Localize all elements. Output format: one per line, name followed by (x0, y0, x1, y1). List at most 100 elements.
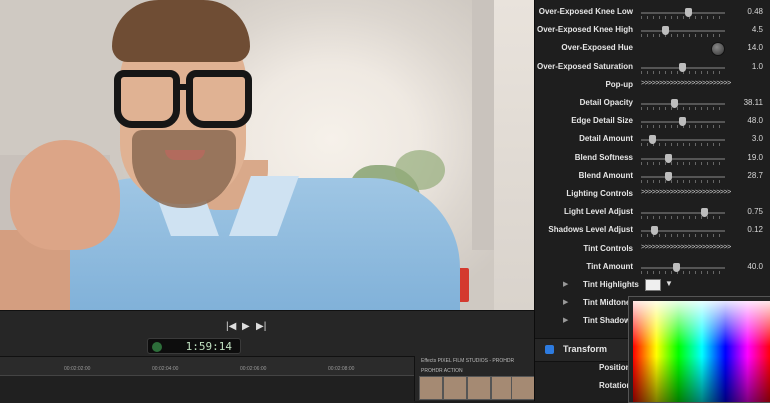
param-value[interactable]: 0.48 (747, 7, 763, 16)
param-slider-track[interactable] (641, 157, 725, 160)
param-label: Detail Opacity (579, 98, 633, 107)
effect-thumbnail[interactable] (419, 376, 443, 400)
next-frame-icon[interactable]: ▶| (256, 321, 266, 332)
color-spectrum[interactable] (633, 301, 770, 402)
transform-enable-checkbox[interactable] (545, 345, 554, 354)
inspector-param-row[interactable]: Tint Controls >>>>>>>>>>>>>>>>>>>>>>>>> (535, 241, 770, 259)
param-value[interactable]: 19.0 (747, 153, 763, 162)
disclosure-triangle-icon[interactable]: ▶ (563, 316, 568, 324)
param-label: Over-Exposed Knee Low (538, 7, 633, 16)
tint-highlights-row[interactable]: ▶ Tint Highlights ▼ (535, 277, 770, 295)
disclosure-triangle-icon[interactable]: ▶ (563, 298, 568, 306)
ruler-mark: 00:02:04:00 (152, 366, 179, 372)
timecode-display[interactable]: 1:59:14 (147, 338, 241, 354)
slider-knob[interactable] (661, 26, 669, 36)
inspector-param-row[interactable]: Shadows Level Adjust 0.12 (535, 222, 770, 240)
previous-frame-icon[interactable]: |◀ (226, 321, 236, 332)
param-slider-track[interactable] (641, 212, 725, 215)
param-label: Blend Softness (574, 152, 633, 162)
slider-ticks (641, 270, 725, 274)
param-slider-track[interactable] (641, 175, 725, 178)
inspector-param-row[interactable]: Blend Softness 19.0 (535, 150, 770, 168)
param-label: Over-Exposed Saturation (536, 61, 633, 71)
inspector-param-row[interactable]: Light Level Adjust 0.75 (535, 204, 770, 222)
slider-knob[interactable] (685, 8, 692, 17)
param-value[interactable]: 1.0 (752, 62, 763, 71)
play-icon[interactable]: ▶ (242, 321, 250, 332)
inspector-param-row[interactable]: Detail Amount 3.0 (535, 131, 770, 149)
slider-knob[interactable] (701, 208, 708, 218)
effects-category[interactable]: PROHDR ACTION (421, 368, 463, 374)
param-value[interactable]: 0.75 (747, 207, 763, 216)
dropdown-arrow-icon[interactable]: ▼ (665, 279, 673, 288)
timeline-panel[interactable]: 00:02:02:00 00:02:04:00 00:02:06:00 00:0… (0, 356, 414, 403)
ruler-mark: 00:02:08:00 (328, 366, 355, 372)
glasses-right-lens (186, 70, 252, 128)
param-label: Over-Exposed Knee High (536, 25, 633, 35)
param-value[interactable]: 14.0 (747, 43, 763, 52)
param-label: Tint Shadow (583, 316, 631, 325)
inspector-param-row[interactable]: Edge Detail Size 48.0 (535, 113, 770, 131)
inspector-param-row[interactable]: Tint Amount 40.0 (535, 259, 770, 277)
hue-dial[interactable] (711, 42, 725, 57)
slider-knob[interactable] (679, 62, 687, 72)
inspector-param-row[interactable]: Over-Exposed Knee Low 0.48 (535, 4, 770, 22)
inspector-param-row[interactable]: Over-Exposed Knee High 4.5 (535, 22, 770, 40)
timecode-status-icon (152, 342, 162, 352)
param-value[interactable]: 28.7 (747, 171, 763, 180)
param-value[interactable]: 3.0 (752, 134, 763, 143)
position-label: Position (599, 363, 631, 372)
slider-knob[interactable] (665, 171, 672, 181)
section-divider-arrows: >>>>>>>>>>>>>>>>>>>>>>>>> (641, 189, 731, 196)
param-value[interactable]: 48.0 (747, 116, 763, 125)
inspector-param-row[interactable]: Lighting Controls >>>>>>>>>>>>>>>>>>>>>>>… (535, 186, 770, 204)
inspector-param-row[interactable]: Blend Amount 28.7 (535, 168, 770, 186)
param-slider-track[interactable] (641, 12, 725, 14)
param-slider-track[interactable] (641, 30, 725, 33)
slider-knob[interactable] (665, 153, 672, 163)
effect-thumbnail[interactable] (511, 376, 535, 400)
timecode-value: 1:59:14 (185, 340, 232, 353)
param-label: Edge Detail Size (571, 116, 633, 126)
inspector-param-row[interactable]: Pop-up >>>>>>>>>>>>>>>>>>>>>>>>> (535, 77, 770, 95)
inspector-param-row[interactable]: Over-Exposed Saturation 1.0 (535, 59, 770, 77)
param-label: Pop-up (605, 79, 633, 89)
rotation-label: Rotation (599, 381, 632, 390)
param-value[interactable]: 4.5 (752, 25, 763, 34)
inspector-param-row[interactable]: Detail Opacity 38.11 (535, 95, 770, 113)
color-picker-popup[interactable] (628, 296, 770, 403)
param-slider-track[interactable] (641, 266, 725, 269)
param-label: Tint Midtone (583, 298, 631, 307)
param-slider-track[interactable] (641, 103, 725, 105)
slider-ticks (641, 107, 725, 110)
color-swatch[interactable] (645, 279, 661, 291)
person-hair (112, 0, 250, 62)
param-label: Light Level Adjust (563, 207, 633, 217)
param-label: Detail Amount (579, 134, 633, 144)
timeline-track[interactable] (0, 375, 414, 403)
ruler-mark: 00:02:06:00 (240, 366, 267, 372)
video-viewer[interactable] (0, 0, 534, 310)
effect-thumbnail[interactable] (443, 376, 467, 400)
param-value[interactable]: 38.11 (744, 98, 763, 107)
param-label: Tint Amount (586, 261, 633, 271)
slider-knob[interactable] (650, 226, 658, 236)
inspector-param-row[interactable]: Over-Exposed Hue 14.0 (535, 40, 770, 58)
param-label: Blend Amount (578, 170, 633, 180)
person-hand (10, 140, 120, 250)
timeline-ruler[interactable]: 00:02:02:00 00:02:04:00 00:02:06:00 00:0… (0, 363, 414, 375)
param-value[interactable]: 0.12 (747, 225, 763, 234)
disclosure-triangle-icon[interactable]: ▶ (563, 280, 568, 288)
glasses-bridge (178, 84, 190, 90)
param-label: Shadows Level Adjust (548, 225, 633, 235)
param-value[interactable]: 40.0 (747, 262, 763, 271)
glasses-left-lens (114, 70, 180, 128)
slider-ticks (641, 143, 725, 147)
transform-title: Transform (563, 344, 608, 354)
slider-ticks (641, 16, 725, 19)
video-frame-person (0, 0, 534, 310)
effects-header: Effects PIXEL FILM STUDIOS - PROHDR (421, 358, 515, 364)
slider-knob[interactable] (673, 262, 680, 272)
param-label: Tint Highlights (583, 280, 639, 289)
effect-thumbnail[interactable] (467, 376, 491, 400)
